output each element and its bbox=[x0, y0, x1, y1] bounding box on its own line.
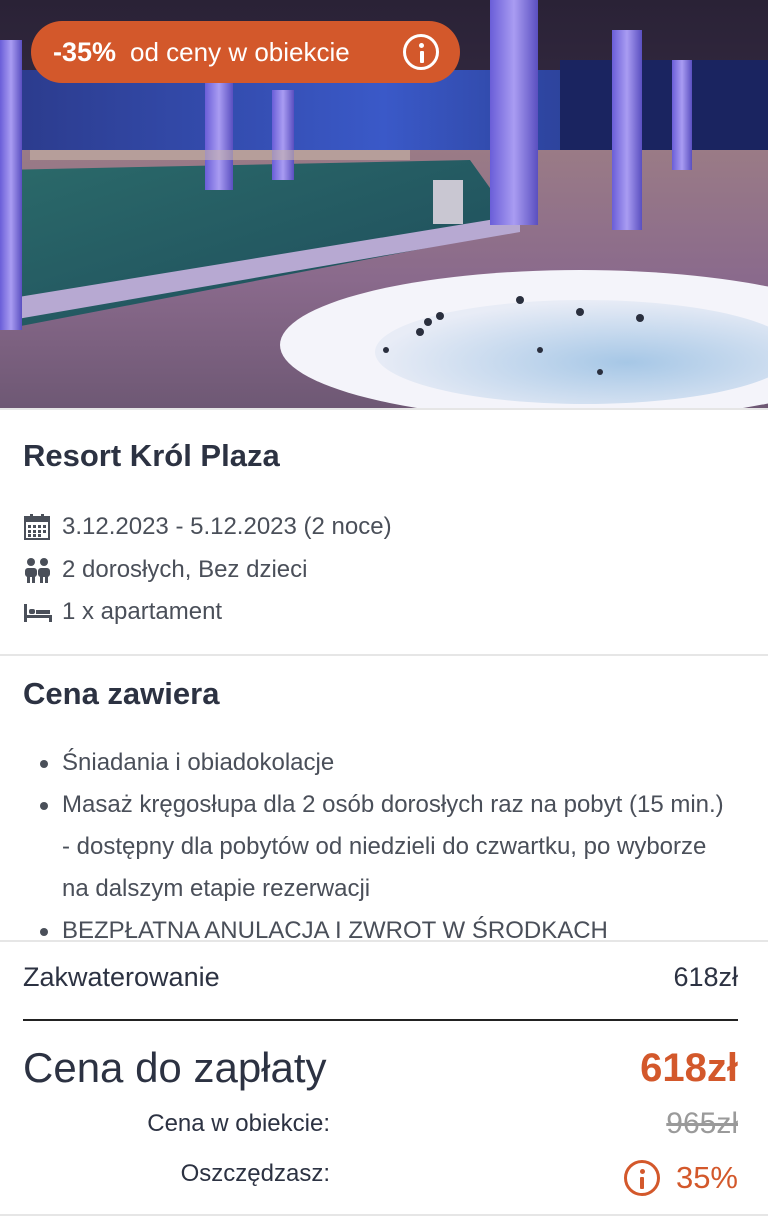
includes-list: Śniadania i obiadokolacje Masaż kręgosłu… bbox=[40, 742, 730, 940]
accommodation-row: Zakwaterowanie 618zł bbox=[23, 956, 738, 998]
bed-icon bbox=[23, 598, 52, 626]
accommodation-value: 618zł bbox=[673, 961, 738, 992]
rooms-text: 1 x apartament bbox=[62, 598, 223, 625]
hotel-photo[interactable]: -35% od ceny w obiekcie bbox=[0, 0, 768, 408]
savings-value-group: 35% bbox=[623, 1160, 738, 1196]
includes-title: Cena zawiera bbox=[23, 676, 220, 711]
calendar-icon bbox=[23, 513, 51, 541]
divider bbox=[23, 1019, 738, 1021]
list-item: Śniadania i obiadokolacje bbox=[40, 742, 730, 784]
hotel-price-value: 965zł bbox=[666, 1107, 738, 1140]
discount-percent: -35% bbox=[53, 36, 117, 67]
rooms-row: 1 x apartament bbox=[23, 594, 222, 630]
savings-value: 35% bbox=[675, 1160, 738, 1195]
discount-badge[interactable]: -35% od ceny w obiekcie bbox=[31, 21, 460, 83]
divider bbox=[0, 940, 768, 942]
people-icon bbox=[23, 556, 51, 584]
discount-text: od ceny w obiekcie bbox=[130, 36, 350, 67]
hotel-name: Resort Król Plaza bbox=[23, 438, 280, 473]
dates-text: 3.12.2023 - 5.12.2023 (2 noce) bbox=[62, 513, 392, 540]
list-item: Masaż kręgosłupa dla 2 osób dorosłych ra… bbox=[40, 784, 730, 910]
info-icon[interactable] bbox=[623, 1160, 660, 1196]
list-item: BEZPŁATNA ANULACJA I ZWROT W ŚRODKACH bbox=[40, 910, 730, 940]
total-label: Cena do zapłaty bbox=[23, 1044, 327, 1091]
total-row: Cena do zapłaty 618zł bbox=[23, 1040, 738, 1096]
total-value: 618zł bbox=[640, 1045, 738, 1090]
hotel-price-label: Cena w obiekcie: bbox=[147, 1110, 330, 1137]
divider bbox=[0, 654, 768, 656]
guests-row: 2 dorosłych, Bez dzieci bbox=[23, 552, 307, 588]
info-icon[interactable] bbox=[403, 34, 439, 70]
accommodation-label: Zakwaterowanie bbox=[23, 961, 220, 992]
dates-row: 3.12.2023 - 5.12.2023 (2 noce) bbox=[23, 509, 392, 545]
divider bbox=[0, 408, 768, 410]
savings-label: Oszczędzasz: bbox=[180, 1160, 330, 1187]
divider bbox=[0, 1214, 768, 1216]
guests-text: 2 dorosłych, Bez dzieci bbox=[62, 556, 308, 583]
